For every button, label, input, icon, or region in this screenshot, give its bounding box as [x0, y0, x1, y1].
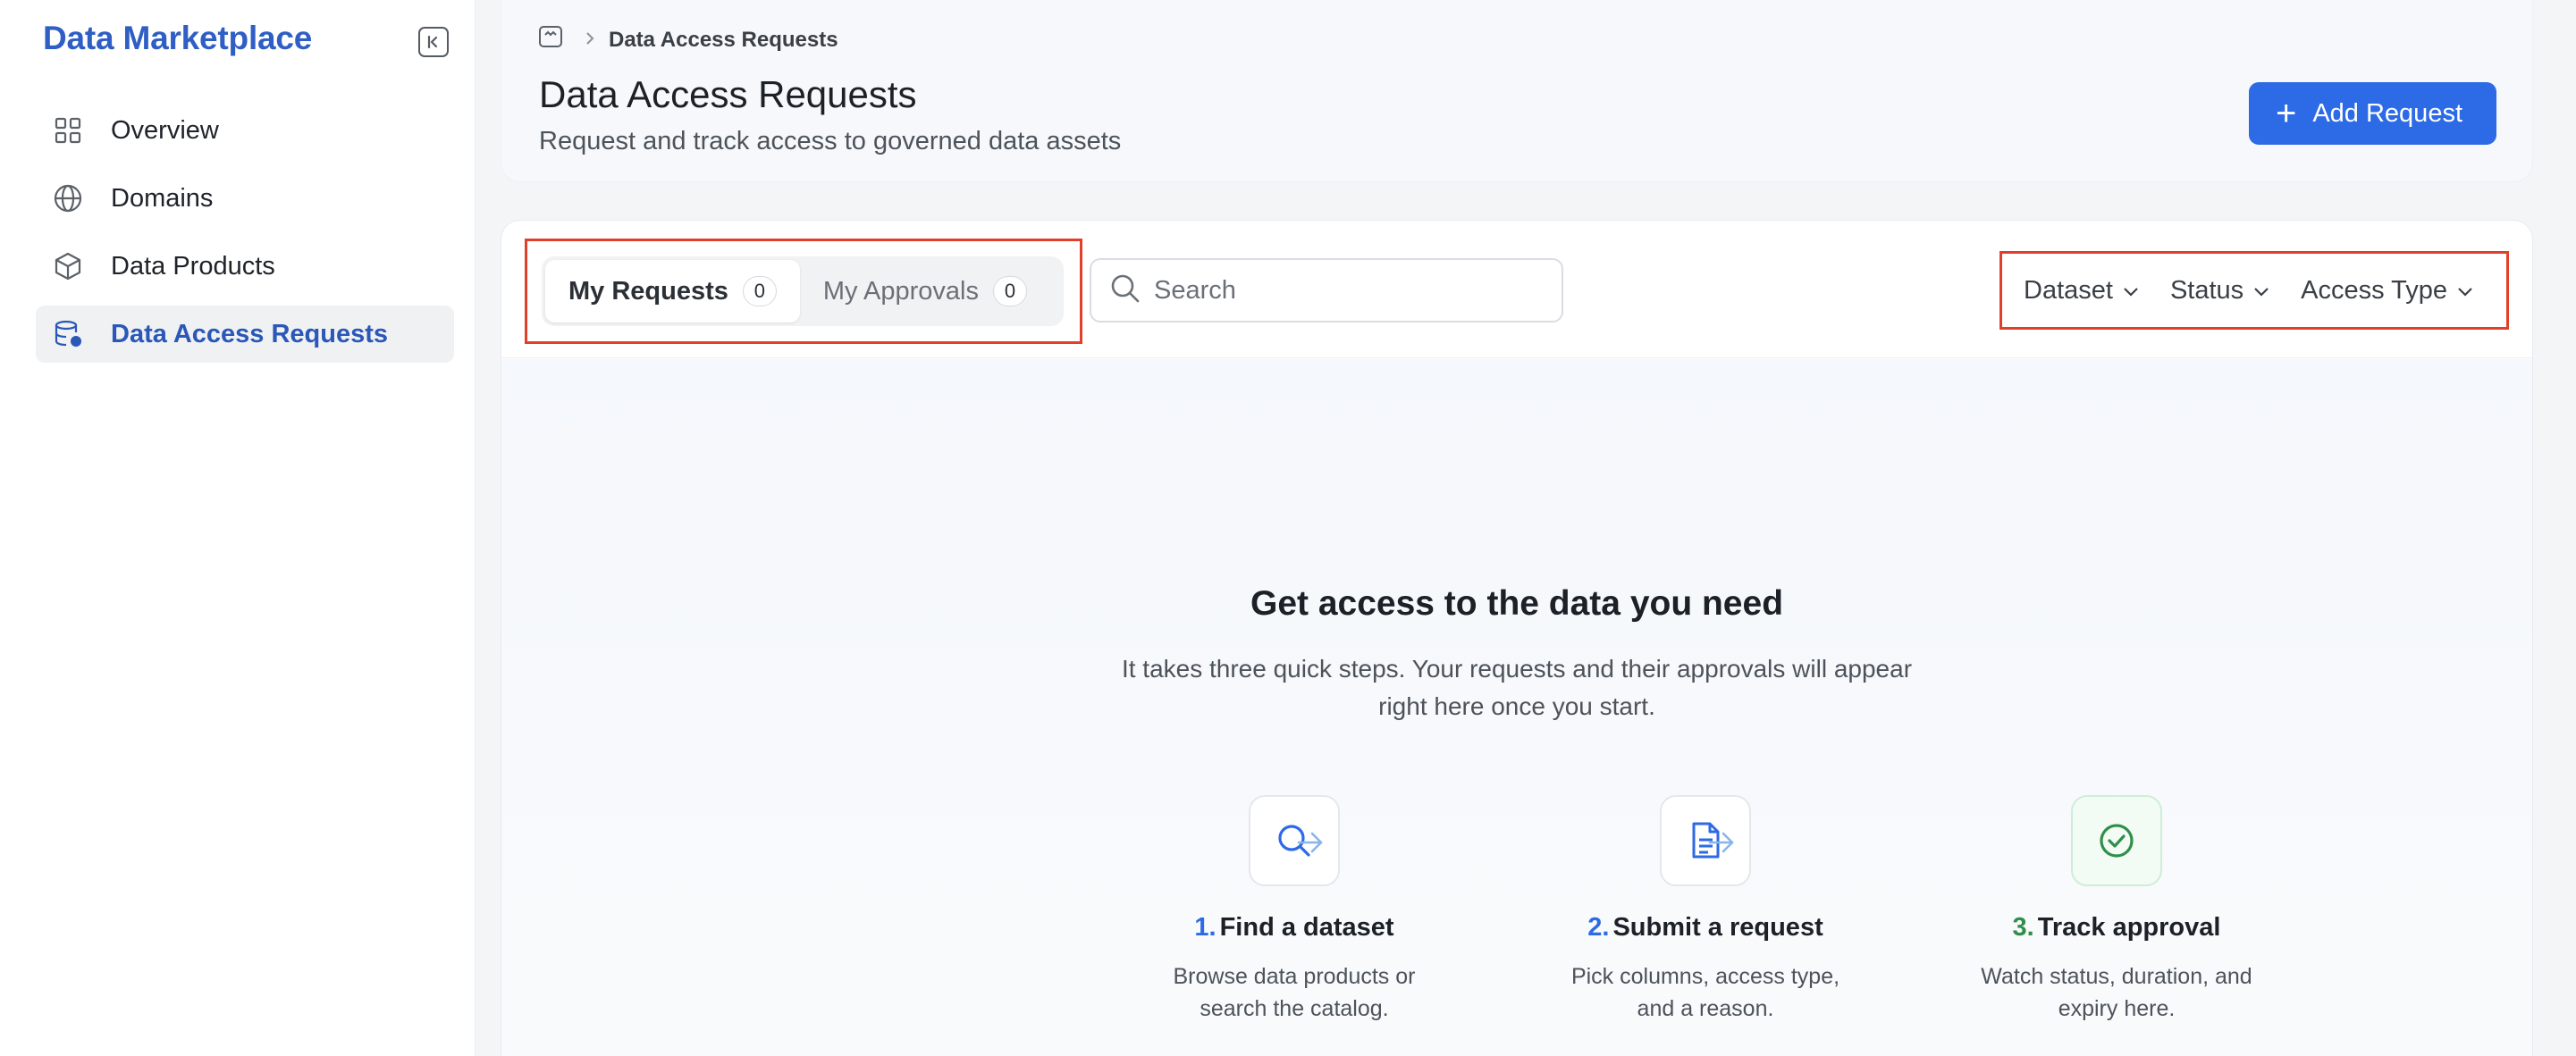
count-badge: 0	[742, 276, 777, 306]
search-box[interactable]	[1090, 258, 1563, 323]
step-description-line: Watch status, duration, and	[1981, 964, 2252, 989]
step-find-dataset: 1. Find a dataset Browse data products or…	[1107, 795, 1482, 1025]
step-description: Pick columns, access type, and a reason.	[1518, 960, 1893, 1025]
step-submit-request: 2. Submit a request Pick columns, access …	[1518, 795, 1893, 1025]
count-badge: 0	[992, 276, 1027, 306]
step-description-line: search the catalog.	[1200, 996, 1389, 1021]
sidebar-item-domains[interactable]: Domains	[36, 170, 454, 227]
sidebar-item-label: Domains	[111, 183, 214, 213]
arrow-right-icon	[1295, 829, 1326, 860]
sidebar-item-data-products[interactable]: Data Products	[36, 238, 454, 295]
grid-icon	[52, 114, 84, 147]
filter-access-type[interactable]: Access Type	[2301, 276, 2474, 306]
step-description-line: Browse data products or	[1173, 964, 1416, 989]
breadcrumb-current: Data Access Requests	[609, 27, 838, 52]
step-description-line: expiry here.	[2058, 996, 2176, 1021]
database-lock-icon	[52, 318, 84, 350]
tab-my-approvals[interactable]: My Approvals 0	[800, 260, 1050, 323]
page-subtitle: Request and track access to governed dat…	[539, 127, 1122, 155]
filter-dataset[interactable]: Dataset	[2024, 276, 2140, 306]
step-description: Watch status, duration, and expiry here.	[1929, 960, 2304, 1025]
filter-label: Dataset	[2024, 275, 2113, 305]
tab-label: My Approvals	[822, 276, 979, 306]
step-title-text: Track approval	[2037, 913, 2221, 942]
sidebar-item-label: Overview	[111, 115, 219, 145]
check-circle-icon	[2071, 795, 2162, 886]
search-input[interactable]	[1154, 275, 1547, 306]
globe-icon	[52, 182, 84, 214]
arrow-right-icon	[1706, 829, 1737, 860]
empty-state-description: It takes three quick steps. Your request…	[1121, 655, 1913, 720]
chevron-right-icon	[584, 28, 596, 53]
chevron-down-icon	[2122, 276, 2140, 306]
plus-icon: +	[2275, 94, 2297, 133]
filter-label: Status	[2169, 275, 2244, 305]
step-title-text: Submit a request	[1612, 913, 1823, 942]
step-title-text: Find a dataset	[1219, 913, 1394, 942]
step-description-line: Pick columns, access type,	[1570, 964, 1840, 989]
brand-title[interactable]: Data Marketplace	[43, 20, 312, 57]
step-description-line: and a reason.	[1637, 996, 1774, 1021]
home-icon[interactable]	[537, 23, 564, 56]
sidebar-item-label: Data Access Requests	[111, 319, 389, 348]
page-title: Data Access Requests	[539, 73, 917, 115]
sidebar-item-overview[interactable]: Overview	[36, 102, 454, 159]
document-icon	[1660, 795, 1751, 886]
collapse-sidebar-button[interactable]	[418, 27, 449, 57]
step-number: 1.	[1194, 913, 1216, 942]
step-number: 2.	[1587, 913, 1610, 942]
breadcrumb: Data Access Requests	[537, 23, 838, 56]
add-request-label: Add Request	[2312, 98, 2462, 128]
collapse-icon	[427, 35, 438, 49]
chevron-down-icon	[2456, 276, 2474, 306]
sidebar: Data Marketplace Overview Domains Data P…	[0, 0, 476, 1056]
requests-panel: My Requests 0 My Approvals 0 Dataset	[501, 220, 2533, 1056]
filters-highlight: Dataset Status Access Type	[1999, 251, 2509, 330]
filter-label: Access Type	[2301, 275, 2448, 305]
request-tabs: My Requests 0 My Approvals 0	[542, 256, 1064, 326]
requests-toolbar: My Requests 0 My Approvals 0 Dataset	[501, 221, 2532, 358]
tab-my-requests[interactable]: My Requests 0	[545, 260, 800, 323]
sidebar-item-label: Data Products	[111, 251, 275, 281]
search-icon	[1109, 272, 1141, 309]
chevron-down-icon	[2252, 276, 2270, 306]
step-description: Browse data products or search the catal…	[1107, 960, 1482, 1025]
step-title: 1. Find a dataset	[1107, 913, 1482, 943]
empty-state-title: Get access to the data you need	[1250, 584, 1784, 623]
tabs-highlight: My Requests 0 My Approvals 0	[525, 239, 1082, 344]
cube-icon	[52, 250, 84, 282]
sidebar-item-data-access-requests[interactable]: Data Access Requests	[36, 306, 454, 363]
step-track-approval: 3. Track approval Watch status, duration,…	[1929, 795, 2304, 1025]
step-title: 3. Track approval	[1929, 913, 2304, 943]
tab-label: My Requests	[568, 276, 728, 306]
search-icon	[1249, 795, 1340, 886]
add-request-button[interactable]: + Add Request	[2248, 82, 2496, 145]
filter-status[interactable]: Status	[2170, 276, 2270, 306]
step-title: 2. Submit a request	[1518, 913, 1893, 943]
page-header: Data Access Requests Data Access Request…	[501, 0, 2533, 182]
sidebar-nav: Overview Domains Data Products Data Acce…	[36, 102, 454, 373]
empty-state: Get access to the data you need It takes…	[501, 359, 2532, 1056]
step-number: 3.	[2012, 913, 2034, 942]
